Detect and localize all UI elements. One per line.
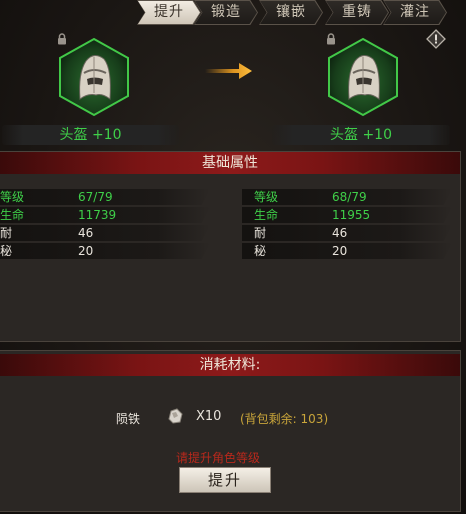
tab-forge[interactable]: 锻造 (195, 1, 257, 24)
stat-value: 11955 (332, 208, 371, 222)
tab-infuse[interactable]: 灌注 (384, 1, 446, 24)
stat-row: 生命 11955 (242, 207, 452, 223)
base-attributes-title: 基础属性 (0, 152, 460, 174)
stat-value: 46 (78, 226, 94, 240)
stat-value: 68/79 (332, 190, 367, 204)
stat-row: 生命 11739 (0, 207, 210, 223)
materials-panel: 消耗材料: 陨铁 X10 (背包剩余: 103) 请提升角色等级 提升 (0, 350, 461, 512)
stat-row: 等级 67/79 (0, 189, 210, 205)
stat-value: 46 (332, 226, 348, 240)
arrow-right-icon (205, 63, 252, 79)
stat-value: 20 (78, 244, 94, 258)
helmet-icon (328, 37, 398, 117)
stat-label: 秘 (254, 244, 267, 258)
material-name: 陨铁 (116, 412, 141, 426)
tab-inlay[interactable]: 镶嵌 (260, 1, 322, 24)
tab-recast[interactable]: 重铸 (326, 1, 388, 24)
stat-label: 秘 (0, 244, 13, 258)
stat-label: 等级 (0, 190, 25, 204)
info-icon[interactable] (426, 29, 446, 49)
warning-text: 请提升角色等级 (176, 451, 261, 465)
stat-row: 耐 46 (242, 225, 452, 241)
stat-label: 生命 (254, 208, 279, 222)
stat-row: 秘 20 (0, 243, 210, 259)
stat-row: 等级 68/79 (242, 189, 452, 205)
stat-value: 11739 (78, 208, 117, 222)
material-remaining: (背包剩余: 103) (240, 412, 329, 426)
equipment-upgrade-screen: 提升 锻造 镶嵌 重铸 灌注 头盔 +10 头盔 +10 基础属性 等级 67/… (0, 0, 466, 514)
next-item-name: 头盔 +10 (272, 125, 450, 145)
tab-bar: 提升 锻造 镶嵌 重铸 灌注 (133, 0, 466, 26)
meteorite-icon[interactable] (166, 407, 184, 425)
stat-value: 67/79 (78, 190, 113, 204)
stat-row: 耐 46 (0, 225, 210, 241)
stat-row: 秘 20 (242, 243, 452, 259)
helmet-icon (59, 37, 129, 117)
upgrade-button[interactable]: 提升 (179, 467, 271, 493)
stat-label: 生命 (0, 208, 25, 222)
stat-label: 等级 (254, 190, 279, 204)
material-count: X10 (196, 409, 222, 424)
base-attributes-panel: 基础属性 等级 67/79 生命 11739 耐 46 秘 20 等级 68/7… (0, 151, 461, 342)
current-item-slot[interactable] (56, 37, 132, 117)
materials-title: 消耗材料: (0, 354, 460, 376)
stat-label: 耐 (0, 226, 13, 240)
stat-label: 耐 (254, 226, 267, 240)
tab-upgrade[interactable]: 提升 (138, 1, 200, 24)
current-item-name: 头盔 +10 (2, 125, 179, 145)
next-item-slot[interactable] (325, 37, 401, 117)
stat-value: 20 (332, 244, 348, 258)
